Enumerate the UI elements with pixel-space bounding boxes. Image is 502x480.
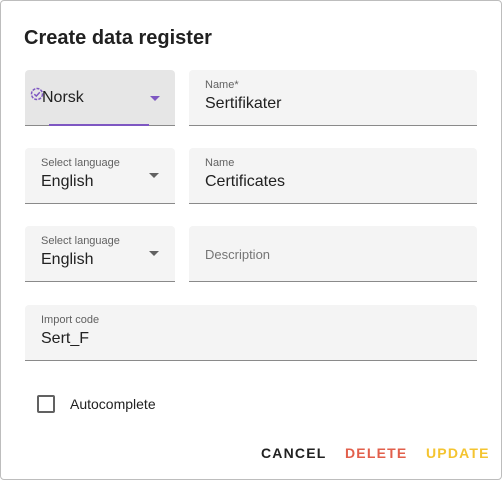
import-code-value: Sert_F — [41, 330, 90, 347]
autocomplete-checkbox[interactable] — [37, 395, 55, 413]
name-field-norsk[interactable]: Name* Sertifikater — [189, 70, 477, 126]
focus-underline — [49, 124, 149, 126]
select-language-label: Select language — [41, 235, 120, 247]
description-field[interactable]: Description — [189, 226, 477, 282]
name-label-text: Name — [205, 79, 235, 91]
language-select-value: Norsk — [42, 89, 84, 106]
delete-button[interactable]: DELETE — [345, 445, 407, 461]
caret-down-icon — [149, 251, 159, 256]
cancel-button[interactable]: CANCEL — [261, 445, 327, 461]
language-select-english[interactable]: Select language English — [25, 148, 175, 204]
name-field-value: Certificates — [205, 173, 286, 190]
caret-down-icon — [150, 96, 160, 101]
required-mark: * — [234, 79, 239, 91]
language-select-english-2[interactable]: Select language English — [25, 226, 175, 282]
language-select-value: English — [41, 173, 94, 190]
name-field-label: Name* — [205, 79, 239, 91]
dialog-title: Create data register — [24, 27, 212, 49]
name-field-label: Name — [205, 157, 235, 169]
import-code-label: Import code — [41, 314, 100, 326]
description-placeholder: Description — [205, 247, 271, 262]
language-select-value: English — [41, 251, 94, 268]
update-button[interactable]: UPDATE — [426, 445, 490, 461]
language-select-norsk[interactable]: Norsk — [25, 70, 175, 126]
autocomplete-label[interactable]: Autocomplete — [70, 396, 156, 412]
select-language-label: Select language — [41, 157, 120, 169]
name-field-value: Sertifikater — [205, 95, 282, 112]
import-code-field[interactable]: Import code Sert_F — [25, 305, 477, 361]
caret-down-icon — [149, 173, 159, 178]
create-data-register-dialog: Create data register Norsk Name* Sertifi… — [0, 0, 502, 480]
name-field-english[interactable]: Name Certificates — [189, 148, 477, 204]
